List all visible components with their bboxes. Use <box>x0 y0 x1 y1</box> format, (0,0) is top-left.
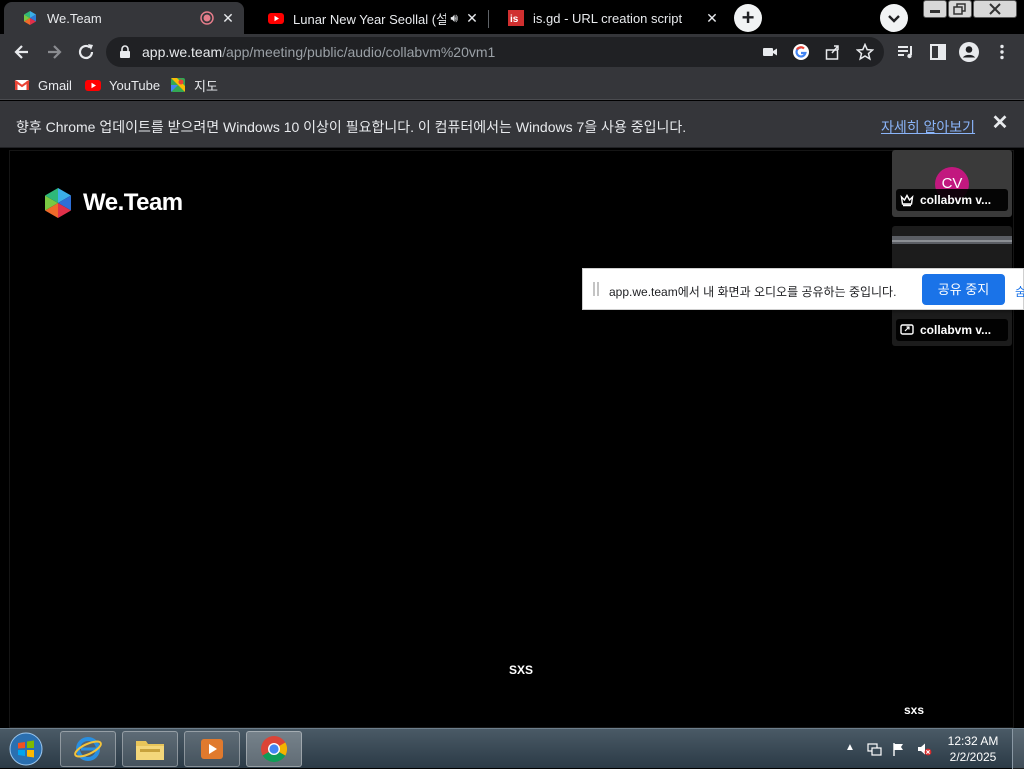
clock-time: 12:32 AM <box>947 734 999 748</box>
url-text: app.we.team/app/meeting/public/audio/col… <box>142 44 495 60</box>
google-icon[interactable] <box>792 43 810 61</box>
participant-name: collabvm v... <box>920 193 992 207</box>
tab-strip: We.Team ✕ Lunar New Year Seollal (설날 🔊︎ … <box>0 0 1024 34</box>
lock-icon[interactable] <box>118 45 132 59</box>
self-view-label: sxs <box>903 703 925 717</box>
share-icon[interactable] <box>824 43 842 61</box>
taskbar-media-player[interactable] <box>184 731 240 767</box>
back-button[interactable] <box>8 38 36 66</box>
media-control-icon[interactable] <box>896 42 916 62</box>
system-clock[interactable]: 12:32 AM 2/2/2025 <box>942 733 1004 765</box>
bookmark-label: Gmail <box>38 77 72 93</box>
browser-toolbar: app.we.team/app/meeting/public/audio/col… <box>0 34 1024 70</box>
weteam-favicon-icon <box>24 11 36 25</box>
show-hidden-icons-button[interactable]: ▲ <box>845 742 855 753</box>
chrome-icon <box>261 736 288 763</box>
tab-youtube[interactable]: Lunar New Year Seollal (설날 🔊︎ ✕ <box>250 2 488 34</box>
bookmarks-bar: Gmail YouTube 지도 <box>0 70 1024 100</box>
forward-button[interactable] <box>40 38 68 66</box>
stage-participant-label: SXS <box>508 663 533 677</box>
tab-isgd[interactable]: is is.gd - URL creation script ✕ <box>490 2 728 34</box>
taskbar-internet-explorer[interactable] <box>60 731 116 767</box>
hide-link[interactable]: 숨기기 <box>1015 283 1024 300</box>
media-player-icon <box>201 739 223 759</box>
maps-icon <box>171 78 185 92</box>
internet-explorer-icon <box>74 737 102 761</box>
crown-icon <box>900 194 914 207</box>
address-bar[interactable]: app.we.team/app/meeting/public/audio/col… <box>106 37 884 67</box>
folder-icon <box>136 741 164 760</box>
action-center-flag-icon[interactable] <box>891 741 907 757</box>
tab-close-icon[interactable]: ✕ <box>704 10 720 26</box>
svg-text:is: is <box>510 14 519 25</box>
bookmark-label: 지도 <box>194 78 218 94</box>
recording-icon <box>200 11 214 25</box>
infobar-message: 향후 Chrome 업데이트를 받으려면 Windows 10 이상이 필요합니… <box>16 119 687 135</box>
restore-icon <box>953 3 966 15</box>
participant-tile[interactable]: CV collabvm v... <box>892 150 1012 217</box>
network-icon[interactable] <box>866 741 882 757</box>
share-message: app.we.team에서 내 화면과 오디오를 공유하는 중입니다. <box>609 285 897 299</box>
tab-title: is.gd - URL creation script <box>533 10 683 26</box>
weteam-logo-icon <box>45 188 71 218</box>
bookmark-gmail[interactable]: Gmail <box>14 76 72 94</box>
tab-title: We.Team <box>47 10 102 26</box>
isgd-favicon-icon: is <box>508 10 524 26</box>
learn-more-link[interactable]: 자세히 알아보기 <box>881 117 975 137</box>
start-button[interactable] <box>6 731 46 767</box>
minimize-icon <box>930 10 940 13</box>
infobar-close-button[interactable]: ✕ <box>990 113 1010 133</box>
tab-title: Lunar New Year Seollal (설날 <box>293 11 447 27</box>
windows-taskbar: ▲ 12:32 AM 2/2/2025 <box>0 728 1024 769</box>
show-desktop-button[interactable] <box>1012 729 1024 769</box>
screen-share-thumbnail-strip <box>892 240 1012 242</box>
window-close-button[interactable] <box>973 0 1017 18</box>
taskbar-file-explorer[interactable] <box>122 731 178 767</box>
update-infobar: 향후 Chrome 업데이트를 받으려면 Windows 10 이상이 필요합니… <box>0 101 1024 148</box>
tab-close-icon[interactable]: ✕ <box>464 10 480 26</box>
gmail-icon <box>14 80 30 90</box>
url-host: app.we.team <box>142 44 223 60</box>
tab-separator <box>488 10 489 28</box>
close-icon <box>989 3 1001 15</box>
brand-name: We.Team <box>83 189 183 216</box>
new-tab-button[interactable]: + <box>734 4 762 32</box>
profile-icon[interactable] <box>958 41 980 63</box>
meeting-stage[interactable]: We.Team SXS <box>9 150 1014 728</box>
youtube-favicon-icon <box>268 13 284 24</box>
bookmark-maps[interactable]: 지도 <box>170 76 218 94</box>
side-panel-icon[interactable] <box>928 42 948 62</box>
weteam-logo: We.Team <box>42 187 183 219</box>
reload-button[interactable] <box>72 38 100 66</box>
url-path: /app/meeting/public/audio/collabvm%20vm1 <box>222 44 496 60</box>
tab-weteam[interactable]: We.Team ✕ <box>4 2 244 34</box>
tab-close-icon[interactable]: ✕ <box>220 10 236 26</box>
taskbar-chrome[interactable] <box>246 731 302 767</box>
camera-icon[interactable] <box>762 45 778 59</box>
bookmark-label: YouTube <box>109 77 161 93</box>
screen-share-icon <box>900 324 914 335</box>
bookmark-youtube[interactable]: YouTube <box>85 76 160 94</box>
arrow-right-icon <box>48 45 62 59</box>
chevron-down-icon <box>888 15 900 23</box>
tab-search-button[interactable] <box>880 4 908 32</box>
screen-share-notification[interactable]: app.we.team에서 내 화면과 오디오를 공유하는 중입니다. 공유 중… <box>582 268 1024 310</box>
drag-handle-icon[interactable] <box>593 282 599 296</box>
volume-muted-icon[interactable] <box>916 741 932 757</box>
speaker-icon[interactable]: 🔊︎ <box>450 11 458 26</box>
participant-name-badge: collabvm v... <box>896 319 1008 341</box>
stop-sharing-button[interactable]: 공유 중지 <box>922 274 1005 305</box>
participant-name-badge: collabvm v... <box>896 189 1008 211</box>
youtube-icon <box>85 80 101 91</box>
arrow-left-icon <box>14 45 28 59</box>
clock-date: 2/2/2025 <box>949 750 997 764</box>
menu-kebab-icon[interactable] <box>992 42 1012 62</box>
restore-button[interactable] <box>948 0 972 18</box>
reload-icon <box>78 44 94 60</box>
participant-name: collabvm v... <box>920 323 992 337</box>
minimize-button[interactable] <box>923 0 947 18</box>
star-icon[interactable] <box>856 43 874 61</box>
page-content: We.Team SXS CV collabvm v... collabvm v.… <box>0 148 1024 728</box>
